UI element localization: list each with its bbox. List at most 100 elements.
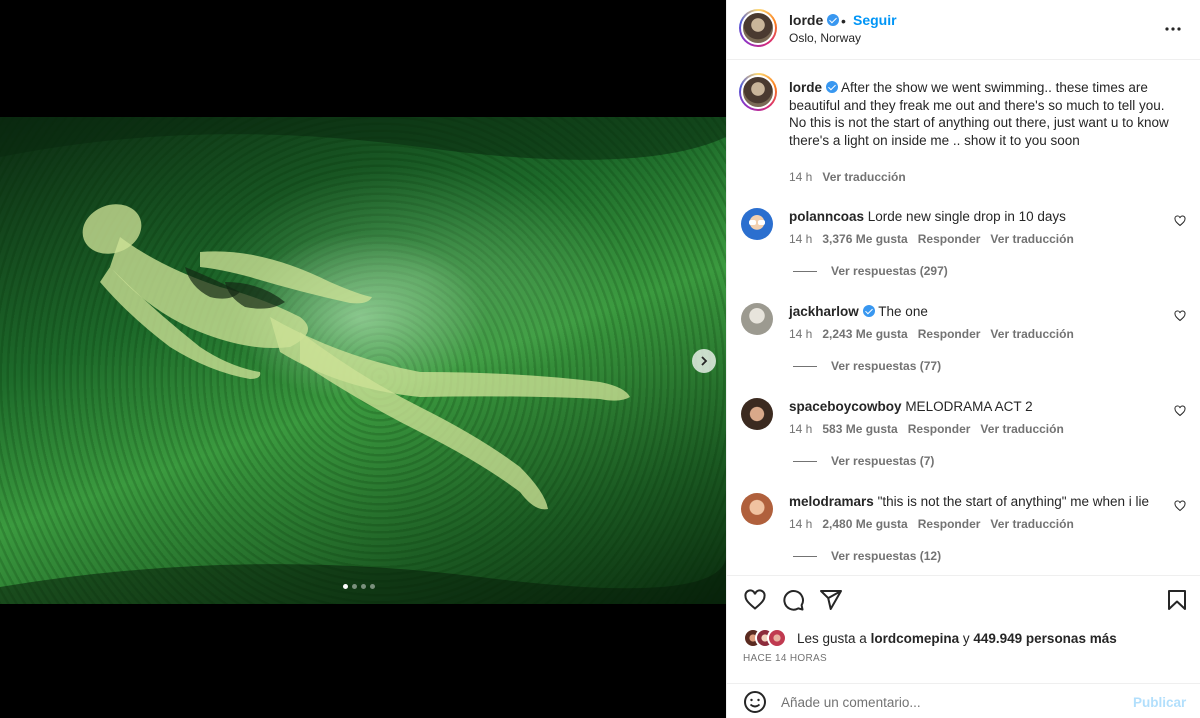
comment-body: melodramars "this is not the start of an… <box>789 494 1169 509</box>
post-header: lorde • Seguir Oslo, Norway <box>727 0 1200 60</box>
caption-translate-link[interactable]: Ver traducción <box>822 170 905 184</box>
instagram-post-dialog: lorde • Seguir Oslo, Norway lorde After … <box>0 0 1200 718</box>
publish-button[interactable]: Publicar <box>1133 695 1186 710</box>
comment-body: spaceboycowboy MELODRAMA ACT 2 <box>789 399 1169 414</box>
comment-time[interactable]: 14 h <box>789 422 812 436</box>
commenter-avatar[interactable] <box>741 208 773 240</box>
emoji-icon <box>744 691 766 713</box>
comment-like-button[interactable] <box>1174 500 1186 515</box>
translate-link[interactable]: Ver traducción <box>990 232 1073 246</box>
likes-count-link[interactable]: 449.949 personas más <box>973 631 1116 646</box>
follow-button[interactable]: Seguir <box>853 12 897 28</box>
comment-text: MELODRAMA ACT 2 <box>905 399 1033 414</box>
add-comment-bar: Publicar <box>727 683 1200 718</box>
carousel-dot <box>361 584 366 589</box>
caption-meta: 14 h Ver traducción <box>789 170 906 184</box>
view-replies-label: Ver respuestas (7) <box>831 454 935 468</box>
comment-likes[interactable]: 2,480 Me gusta <box>822 517 907 531</box>
author-username[interactable]: lorde <box>789 12 840 28</box>
heart-icon <box>744 589 766 610</box>
comment-likes[interactable]: 3,376 Me gusta <box>822 232 907 246</box>
more-options-button[interactable] <box>1165 18 1181 36</box>
author-avatar[interactable] <box>739 9 777 47</box>
comment-like-button[interactable] <box>1174 405 1186 420</box>
replies-divider <box>793 555 817 557</box>
view-replies-button[interactable]: Ver respuestas (77) <box>793 359 941 373</box>
view-replies-button[interactable]: Ver respuestas (297) <box>793 264 948 278</box>
comment-time[interactable]: 14 h <box>789 327 812 341</box>
heart-icon <box>1174 500 1186 512</box>
comment-username[interactable]: melodramars <box>789 494 874 509</box>
send-icon <box>820 590 842 610</box>
comment-likes[interactable]: 583 Me gusta <box>822 422 897 436</box>
replies-divider <box>793 365 817 367</box>
post-actions: Les gusta a lordcomepina y 449.949 perso… <box>727 575 1200 718</box>
replies-divider <box>793 270 817 272</box>
liker-avatars[interactable] <box>743 628 793 648</box>
carousel-dot <box>343 584 348 589</box>
commenter-avatar[interactable] <box>741 398 773 430</box>
comment-meta: 14 h 2,480 Me gusta Responder Ver traduc… <box>789 517 1074 531</box>
comment-meta: 14 h 3,376 Me gusta Responder Ver traduc… <box>789 232 1074 246</box>
comment-username[interactable]: spaceboycowboy <box>789 399 902 414</box>
comment-likes[interactable]: 2,243 Me gusta <box>822 327 907 341</box>
comment-icon <box>783 590 804 611</box>
likes-summary: Les gusta a lordcomepina y 449.949 perso… <box>743 628 1117 648</box>
comment-text: The one <box>878 304 928 319</box>
swimmer-illustration <box>0 117 726 604</box>
sunglasses-avatar-art <box>749 220 765 225</box>
comment-username[interactable]: polanncoas <box>789 209 864 224</box>
comment-username[interactable]: jackharlow <box>789 304 859 319</box>
comment-input[interactable] <box>781 690 1121 714</box>
comment-like-button[interactable] <box>1174 215 1186 230</box>
caption-avatar[interactable] <box>739 73 777 111</box>
comment-item: melodramars "this is not the start of an… <box>727 493 1200 575</box>
comment-text: "this is not the start of anything" me w… <box>877 494 1150 509</box>
comments-list[interactable]: lorde After the show we went swimming.. … <box>727 60 1200 575</box>
heart-icon <box>1174 215 1186 227</box>
caption-time[interactable]: 14 h <box>789 170 812 184</box>
media-viewer <box>0 0 726 718</box>
translate-link[interactable]: Ver traducción <box>990 517 1073 531</box>
carousel-indicator <box>343 584 375 589</box>
translate-link[interactable]: Ver traducción <box>980 422 1063 436</box>
liker-avatar <box>767 628 787 648</box>
reply-button[interactable]: Responder <box>918 232 981 246</box>
comment-item: jackharlow The one 14 h 2,243 Me gusta R… <box>727 303 1200 398</box>
comment-body: jackharlow The one <box>789 304 1169 319</box>
commenter-avatar[interactable] <box>741 303 773 335</box>
comment-button[interactable] <box>781 588 805 615</box>
carousel-next-button[interactable] <box>692 349 716 373</box>
comment-meta: 14 h 583 Me gusta Responder Ver traducci… <box>789 422 1064 436</box>
save-button[interactable] <box>1165 588 1189 615</box>
likes-connector: y <box>962 630 970 646</box>
comment-body: polanncoas Lorde new single drop in 10 d… <box>789 209 1169 224</box>
comment-like-button[interactable] <box>1174 310 1186 325</box>
comment-meta: 14 h 2,243 Me gusta Responder Ver traduc… <box>789 327 1074 341</box>
comment-time[interactable]: 14 h <box>789 517 812 531</box>
view-replies-label: Ver respuestas (297) <box>831 264 948 278</box>
commenter-avatar[interactable] <box>741 493 773 525</box>
reply-button[interactable]: Responder <box>918 327 981 341</box>
view-replies-label: Ver respuestas (12) <box>831 549 942 563</box>
reply-button[interactable]: Responder <box>908 422 971 436</box>
post-timestamp[interactable]: HACE 14 HORAS <box>743 653 827 664</box>
carousel-dot <box>370 584 375 589</box>
post-photo[interactable] <box>0 117 726 604</box>
view-replies-button[interactable]: Ver respuestas (12) <box>793 549 941 563</box>
post-sidebar: lorde • Seguir Oslo, Norway lorde After … <box>726 0 1200 718</box>
caption-username[interactable]: lorde <box>789 80 822 95</box>
reply-button[interactable]: Responder <box>918 517 981 531</box>
likes-user-link[interactable]: lordcomepina <box>871 631 960 646</box>
comment-time[interactable]: 14 h <box>789 232 812 246</box>
share-button[interactable] <box>819 588 843 615</box>
replies-divider <box>793 460 817 462</box>
translate-link[interactable]: Ver traducción <box>990 327 1073 341</box>
emoji-button[interactable] <box>743 690 767 717</box>
verified-badge-icon <box>826 81 839 93</box>
comment-item: polanncoas Lorde new single drop in 10 d… <box>727 208 1200 303</box>
post-location[interactable]: Oslo, Norway <box>789 31 861 45</box>
view-replies-button[interactable]: Ver respuestas (7) <box>793 454 934 468</box>
like-button[interactable] <box>743 588 767 615</box>
comment-text: Lorde new single drop in 10 days <box>867 209 1066 224</box>
